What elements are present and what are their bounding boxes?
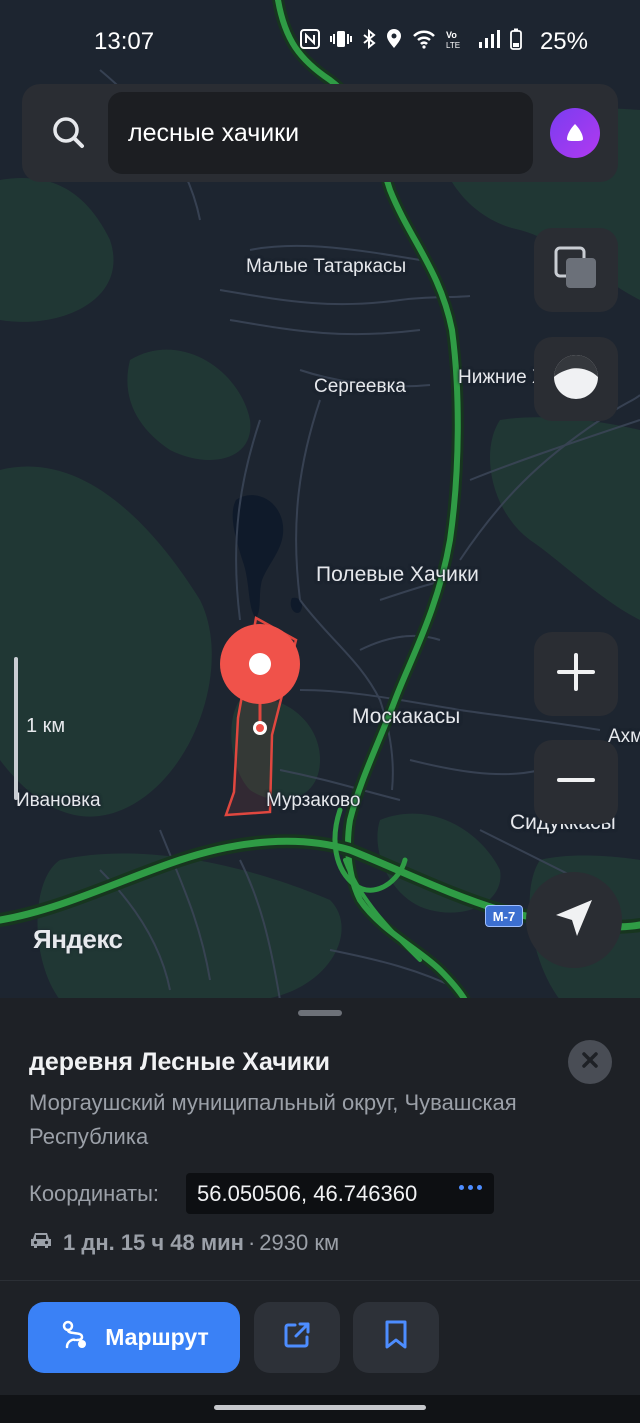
- battery-icon: [510, 28, 522, 56]
- close-button[interactable]: [568, 1040, 612, 1084]
- volte-icon: Vo LTE: [446, 29, 468, 55]
- signal-icon: [478, 29, 500, 55]
- map-label-malye-tatarkasy[interactable]: Малые Татаркасы: [246, 256, 406, 278]
- night-mode-icon: [550, 351, 602, 408]
- route-icon: [59, 1319, 91, 1357]
- locate-button[interactable]: [526, 872, 622, 968]
- battery-percent: 25%: [539, 28, 588, 55]
- nfc-icon: [300, 29, 320, 55]
- status-time: 13:07: [94, 28, 155, 55]
- map-label-ivanovka[interactable]: Ивановка: [16, 790, 101, 812]
- bookmark-button[interactable]: [353, 1302, 439, 1373]
- divider: [0, 1280, 640, 1281]
- share-icon: [281, 1319, 313, 1356]
- zoom-in-button[interactable]: [534, 632, 618, 716]
- share-button[interactable]: [254, 1302, 340, 1373]
- alice-icon[interactable]: [550, 108, 600, 158]
- zoom-in-icon: [556, 652, 596, 697]
- search-icon[interactable]: [44, 108, 94, 158]
- more-icon[interactable]: [459, 1185, 482, 1190]
- route-label: Маршрут: [105, 1324, 209, 1350]
- map-label-nizhnie[interactable]: Нижние Х: [458, 367, 545, 389]
- place-title: деревня Лесные Хачики: [29, 1048, 330, 1076]
- place-card: деревня Лесные Хачики Моргаушский муници…: [0, 998, 640, 1423]
- coordinates-label: Координаты:: [29, 1181, 160, 1206]
- svg-text:LTE: LTE: [446, 41, 460, 49]
- coordinates-field[interactable]: 56.050506, 46.746360: [186, 1173, 494, 1214]
- travel-separator: ·: [247, 1230, 256, 1255]
- zoom-out-icon: [556, 760, 596, 805]
- locate-icon: [552, 896, 596, 945]
- yandex-logo: Яндекс: [33, 924, 123, 954]
- map-label-murzakovo[interactable]: Мурзаково: [266, 790, 361, 812]
- layers-icon: [553, 245, 599, 296]
- zoom-out-button[interactable]: [534, 740, 618, 824]
- place-address: Моргаушский муниципальный округ, Чувашск…: [29, 1090, 517, 1149]
- bluetooth-icon: [362, 28, 376, 55]
- status-icons: Vo LTE: [300, 28, 522, 56]
- travel-distance: 2930 км: [259, 1230, 340, 1255]
- svg-text:Vo: Vo: [446, 30, 457, 40]
- home-indicator[interactable]: [214, 1405, 426, 1410]
- map-label-moskakasy[interactable]: Москакасы: [352, 705, 460, 729]
- scale-bar: [14, 657, 18, 800]
- search-bar: лесные хачики: [22, 84, 618, 182]
- sheet-handle[interactable]: [298, 1010, 342, 1016]
- wifi-icon: [412, 29, 436, 55]
- layers-button[interactable]: [534, 228, 618, 312]
- night-mode-button[interactable]: [534, 337, 618, 421]
- map-label-polevye-khachiki[interactable]: Полевые Хачики: [316, 563, 479, 587]
- vibrate-icon: [330, 29, 352, 55]
- route-button[interactable]: Маршрут: [28, 1302, 240, 1373]
- search-input[interactable]: лесные хачики: [108, 92, 533, 174]
- scale-label: 1 км: [26, 715, 66, 737]
- bookmark-icon: [382, 1319, 410, 1356]
- car-icon: [29, 1230, 53, 1256]
- coordinates-value: 56.050506, 46.746360: [197, 1180, 418, 1206]
- status-bar: 13:07 Vo LTE 25%: [0, 0, 640, 80]
- map-label-sergeevka[interactable]: Сергеевка: [314, 376, 406, 398]
- travel-info: 1 дн. 15 ч 48 мин · 2930 км: [29, 1230, 339, 1256]
- road-badge-m7: M-7: [485, 905, 523, 927]
- travel-time: 1 дн. 15 ч 48 мин: [63, 1230, 244, 1255]
- close-icon: [581, 1051, 599, 1074]
- location-icon: [386, 29, 402, 55]
